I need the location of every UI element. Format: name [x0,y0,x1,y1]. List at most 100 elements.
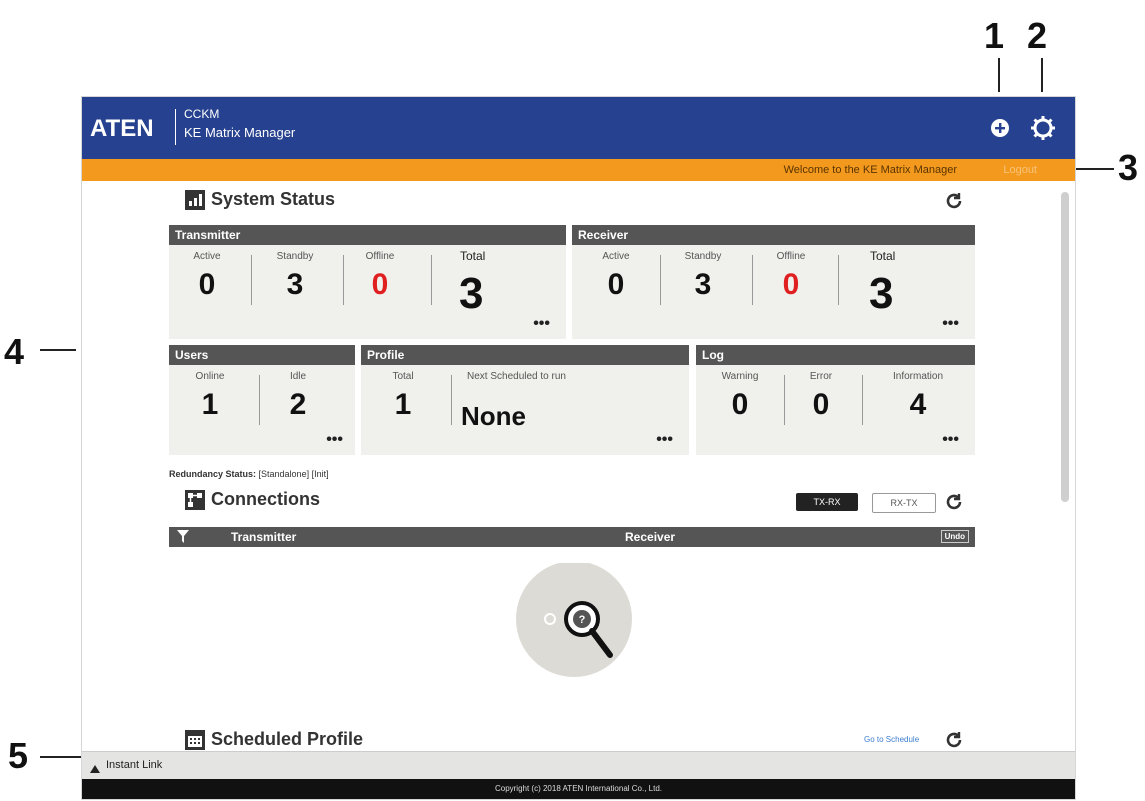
tx-total-label: Total [460,249,486,263]
log-information-stat: Information 4 [872,371,964,422]
log-error-stat: Error 0 [788,371,854,422]
divider [251,255,252,305]
callout-1-line [998,58,1000,92]
rx-active-stat: Active 0 [588,251,644,302]
rx-active-value: 0 [607,268,625,301]
transmitter-panel: Transmitter Active 0 Standby 3 Offline 0… [169,225,566,339]
users-more-button[interactable]: ••• [326,431,343,449]
tx-standby-label: Standby [276,251,314,262]
add-icon[interactable] [987,115,1013,141]
redundancy-value: [Standalone] [Init] [258,469,329,479]
tx-standby-stat: Standby 3 [259,251,331,302]
callout-3: 3 [1118,147,1139,188]
transmitter-header: Transmitter [169,225,566,245]
undo-button[interactable]: Undo [940,530,969,543]
log-warning-value: 0 [731,388,749,421]
profile-panel: Profile Total 1 Next Scheduled to run No… [361,345,689,455]
rx-total-label: Total [870,249,896,263]
callout-2: 2 [1027,15,1048,56]
tx-active-stat: Active 0 [179,251,235,302]
profile-total-stat: Total 1 [371,371,435,422]
tx-offline-label: Offline [365,251,395,262]
rx-standby-value: 3 [694,268,712,301]
scheduled-refresh-icon[interactable] [944,730,964,750]
divider [862,375,863,425]
profile-total-value: 1 [394,388,412,421]
users-online-stat: Online 1 [179,371,241,422]
welcome-bar: Welcome to the KE Matrix Manager Logout [82,159,1075,181]
divider [431,255,432,305]
tx-total-value: 3 [459,269,484,318]
app-window: ATEN CCKM KE Matrix Manager Welcome to t… [81,96,1076,800]
connections-refresh-icon[interactable] [944,492,964,512]
expand-up-icon[interactable] [90,760,100,778]
callout-4-line [40,349,76,351]
connections-icon [185,489,205,510]
connections-title: Connections [185,489,320,510]
rx-tx-toggle[interactable]: RX-TX [872,493,936,513]
instant-link-label[interactable]: Instant Link [106,759,162,771]
logout-link[interactable]: Logout [1003,164,1037,176]
tx-active-value: 0 [198,268,216,301]
profile-next-value: None [461,401,526,431]
receiver-header: Receiver [572,225,975,245]
system-status-label: System Status [211,189,336,209]
scrollbar[interactable] [1061,192,1069,502]
log-error-label: Error [809,371,833,382]
divider [451,375,452,425]
log-more-button[interactable]: ••• [942,431,959,449]
filter-icon[interactable] [177,530,189,547]
users-online-label: Online [195,371,225,382]
go-to-schedule-link[interactable]: Go to Schedule [864,735,919,744]
rx-active-label: Active [602,251,630,262]
divider [259,375,260,425]
system-status-refresh-icon[interactable] [944,191,964,211]
tx-more-button[interactable]: ••• [533,315,550,333]
product-name: KE Matrix Manager [184,125,296,140]
log-information-value: 4 [909,388,927,421]
settings-gear-icon[interactable] [1030,115,1056,141]
connections-label: Connections [211,489,321,509]
profile-more-button[interactable]: ••• [656,431,673,449]
connections-header: Transmitter Receiver Undo [169,527,975,547]
redundancy-status: Redundancy Status: [Standalone] [Init] [169,469,329,479]
svg-text:?: ? [579,614,586,626]
empty-state-search-icon: ? [516,561,636,683]
callout-1: 1 [984,15,1005,56]
log-panel: Log Warning 0 Error 0 Information 4 ••• [696,345,975,455]
log-warning-label: Warning [721,371,759,382]
users-idle-value: 2 [289,388,307,421]
log-information-label: Information [892,371,944,382]
instant-link-bar[interactable]: Instant Link [82,751,1075,780]
divider [660,255,661,305]
divider [838,255,839,305]
users-header: Users [169,345,355,365]
rx-standby-stat: Standby 3 [670,251,736,302]
users-online-value: 1 [201,388,219,421]
callout-2-line [1041,58,1043,92]
users-panel: Users Online 1 Idle 2 ••• [169,345,355,455]
rx-standby-label: Standby [684,251,722,262]
tx-rx-toggle[interactable]: TX-RX [796,493,858,511]
rx-offline-stat: Offline 0 [758,251,824,302]
divider [784,375,785,425]
scheduled-profile-title: Scheduled Profile [185,729,363,750]
rx-more-button[interactable]: ••• [942,315,959,333]
rx-offline-value: 0 [782,268,800,301]
profile-header: Profile [361,345,689,365]
users-idle-stat: Idle 2 [267,371,329,422]
aten-logo: ATEN [90,115,154,142]
bar-chart-icon [185,189,205,210]
tx-standby-value: 3 [286,268,304,301]
col-transmitter: Transmitter [231,530,297,544]
scheduled-profile-label: Scheduled Profile [211,729,364,749]
top-bar: ATEN CCKM KE Matrix Manager [82,97,1075,159]
redundancy-label: Redundancy Status: [169,469,257,479]
col-receiver: Receiver [625,530,676,544]
callout-4: 4 [4,331,25,372]
profile-next-label: Next Scheduled to run [467,371,566,382]
product-line: CCKM [184,107,220,121]
footer: Copyright (c) 2018 ATEN International Co… [82,779,1075,799]
tx-active-label: Active [193,251,221,262]
divider [343,255,344,305]
